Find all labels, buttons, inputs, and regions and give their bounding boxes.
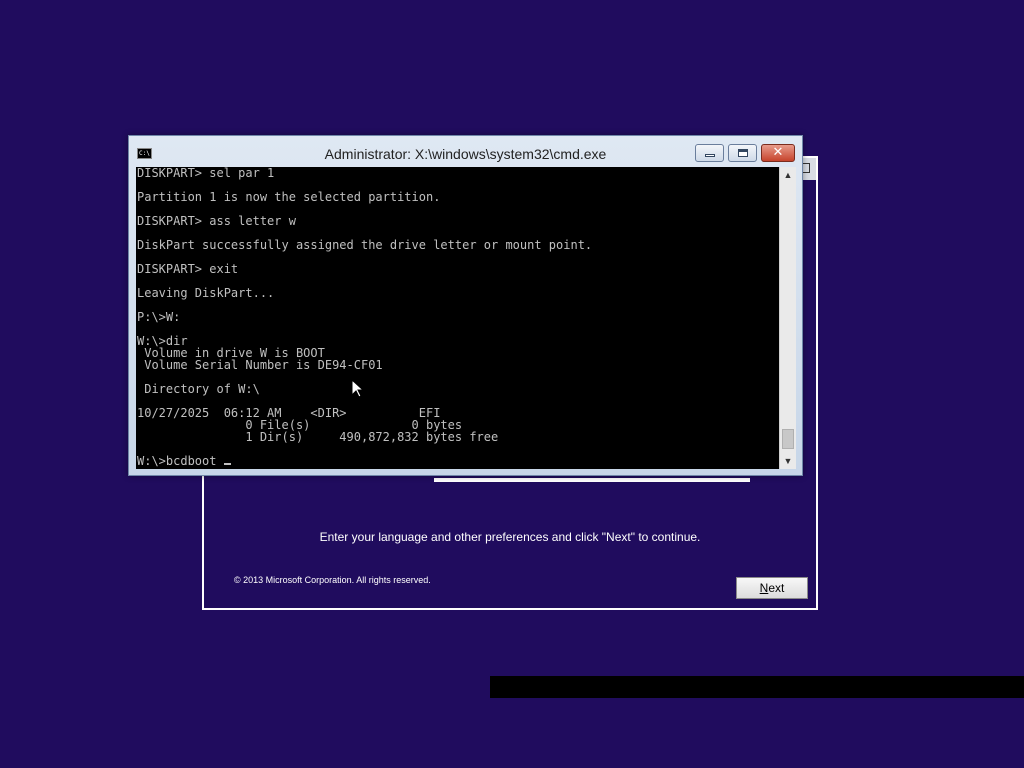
cmd-titlebar[interactable]: C:\ Administrator: X:\windows\system32\c… — [129, 136, 802, 167]
maximize-button[interactable] — [728, 144, 757, 162]
console-line: DISKPART> ass letter w — [137, 214, 296, 228]
next-button[interactable]: Next — [736, 577, 808, 599]
setup-instructions: Enter your language and other preference… — [319, 530, 701, 544]
console-line: DISKPART> exit — [137, 262, 239, 276]
console-history: DISKPART> sel par 1 Partition 1 is now t… — [137, 167, 592, 444]
console-line: 1 Dir(s) 490,872,832 bytes free — [245, 430, 499, 444]
cmd-window[interactable]: C:\ Administrator: X:\windows\system32\c… — [128, 135, 803, 476]
console-line: DiskPart successfully assigned the drive… — [137, 238, 593, 252]
console-line: Partition 1 is now the selected partitio… — [137, 190, 441, 204]
vertical-scrollbar[interactable]: ▲ ▼ — [779, 167, 796, 469]
console-line: Leaving DiskPart... — [137, 286, 275, 300]
console-line: Directory of W:\ — [144, 382, 260, 396]
console-line: DISKPART> sel par 1 — [137, 167, 275, 180]
setup-divider — [434, 478, 750, 482]
console-prompt: W:\>bcdboot — [137, 454, 224, 468]
taskbar-strip — [490, 676, 1024, 698]
console-text: DISKPART> sel par 1 Partition 1 is now t… — [137, 167, 592, 467]
close-icon: ✕ — [772, 145, 784, 160]
close-button[interactable]: ✕ — [761, 144, 795, 162]
setup-copyright: © 2013 Microsoft Corporation. All rights… — [234, 575, 431, 585]
minimize-button[interactable] — [695, 144, 724, 162]
scroll-down-icon[interactable]: ▼ — [780, 453, 796, 469]
console-output[interactable]: DISKPART> sel par 1 Partition 1 is now t… — [136, 167, 779, 469]
scroll-thumb[interactable] — [782, 429, 794, 449]
console-line: Volume Serial Number is DE94-CF01 — [144, 358, 383, 372]
console-line: P:\>W: — [137, 310, 181, 324]
next-button-label: ext — [768, 581, 785, 595]
text-cursor — [223, 463, 231, 465]
scroll-up-icon[interactable]: ▲ — [780, 167, 796, 183]
